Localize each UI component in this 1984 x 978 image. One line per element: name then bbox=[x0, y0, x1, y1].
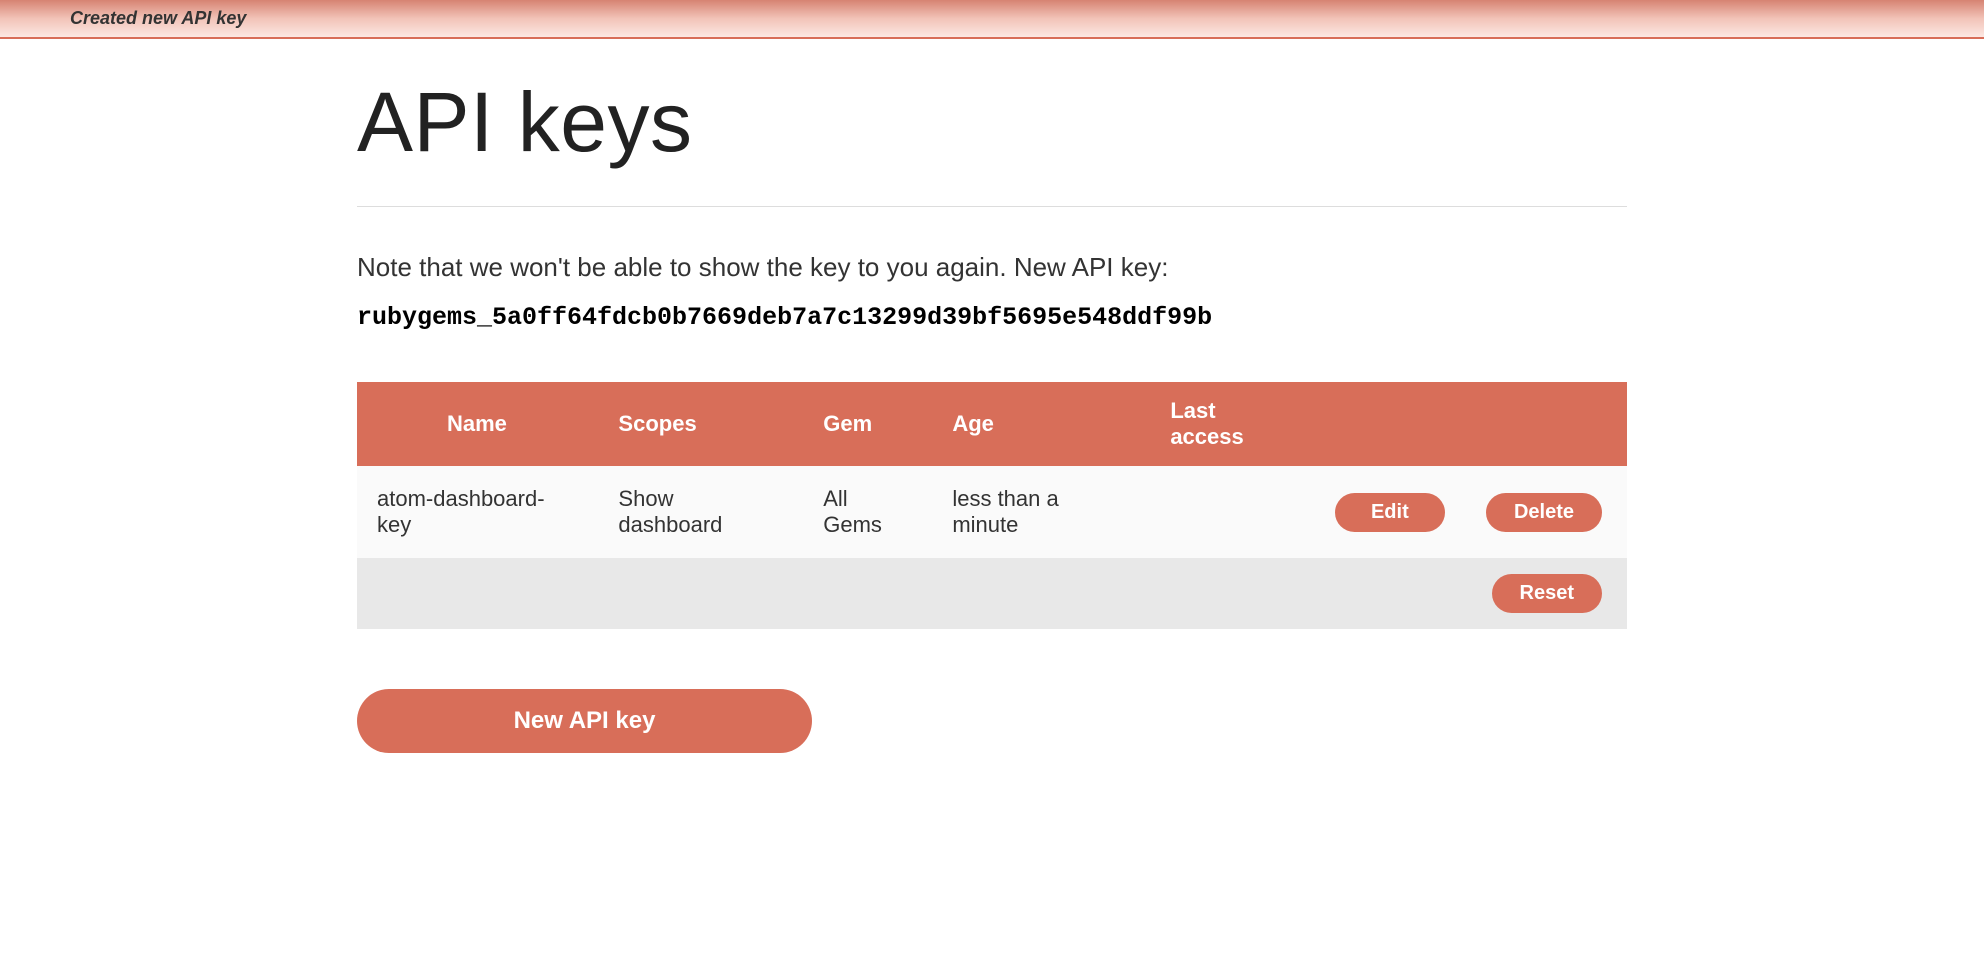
reset-button[interactable]: Reset bbox=[1492, 574, 1602, 613]
api-keys-table: Name Scopes Gem Age Last access atom-das… bbox=[357, 382, 1627, 629]
cell-age: less than a minute bbox=[932, 466, 1150, 558]
cell-last-access bbox=[1150, 466, 1315, 558]
col-header-name: Name bbox=[357, 382, 598, 466]
cell-scopes: Show dashboard bbox=[598, 466, 803, 558]
api-key-note: Note that we won't be able to show the k… bbox=[357, 252, 1627, 283]
col-header-age: Age bbox=[932, 382, 1150, 466]
delete-button[interactable]: Delete bbox=[1486, 493, 1602, 532]
col-header-gem: Gem bbox=[803, 382, 932, 466]
table-footer-row: Reset bbox=[357, 558, 1627, 629]
new-api-key-button[interactable]: New API key bbox=[357, 689, 812, 753]
api-key-value: rubygems_5a0ff64fdcb0b7669deb7a7c13299d3… bbox=[357, 303, 1627, 332]
cell-name: atom-dashboard-key bbox=[357, 466, 598, 558]
cell-gem: All Gems bbox=[803, 466, 932, 558]
page-title: API keys bbox=[357, 74, 1627, 171]
col-header-actions bbox=[1315, 382, 1627, 466]
table-row: atom-dashboard-key Show dashboard All Ge… bbox=[357, 466, 1627, 558]
flash-message: Created new API key bbox=[70, 8, 246, 28]
divider bbox=[357, 206, 1627, 207]
col-header-last-access: Last access bbox=[1150, 382, 1315, 466]
table-header-row: Name Scopes Gem Age Last access bbox=[357, 382, 1627, 466]
col-header-scopes: Scopes bbox=[598, 382, 803, 466]
flash-banner: Created new API key bbox=[0, 0, 1984, 39]
edit-button[interactable]: Edit bbox=[1335, 493, 1445, 532]
cell-actions: Edit Delete bbox=[1315, 466, 1627, 558]
